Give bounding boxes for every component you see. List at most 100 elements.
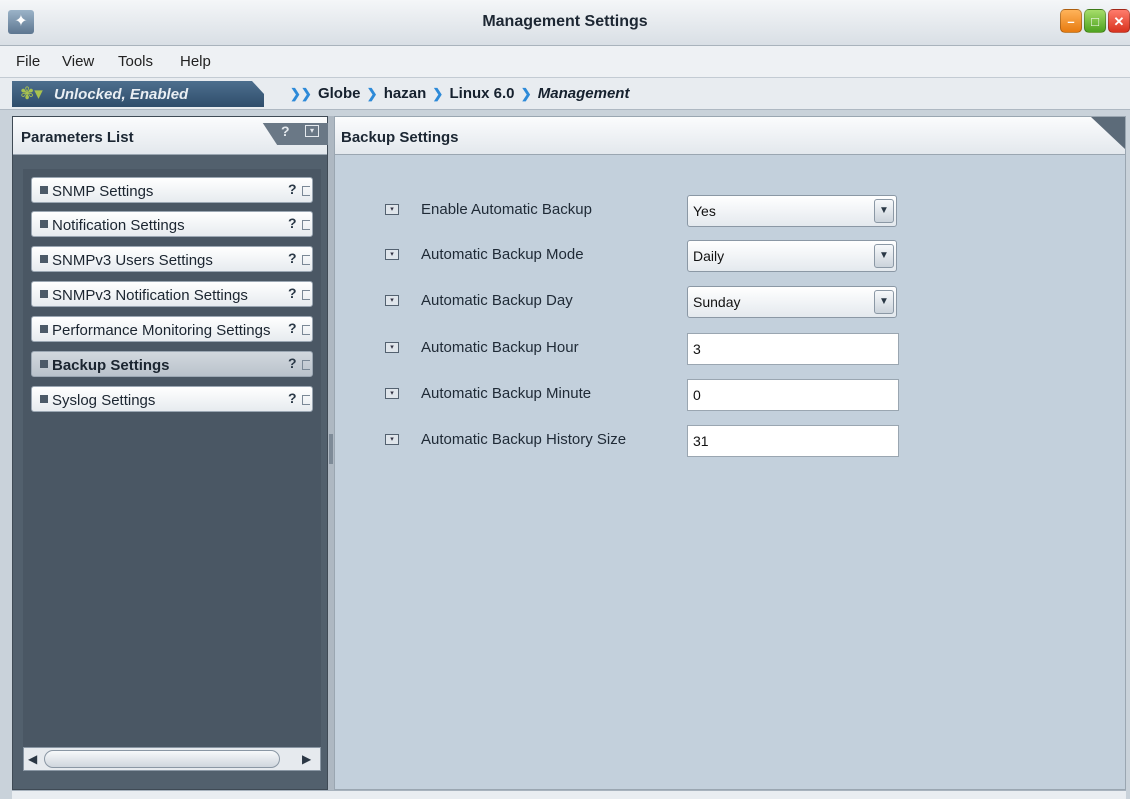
breadcrumb-linux[interactable]: Linux 6.0 — [450, 85, 515, 102]
backup-settings-title: Backup Settings — [341, 129, 459, 146]
list-item-label: Syslog Settings — [52, 392, 156, 409]
breadcrumb: ❯❯ Globe ❯ hazan ❯ Linux 6.0 ❯ Managemen… — [288, 85, 629, 102]
field-enable-automatic-backup: ▾ Enable Automatic Backup Yes ▼ — [385, 195, 905, 227]
menu-bar: File View Tools Help — [0, 46, 1130, 78]
field-menu-icon[interactable]: ▾ — [385, 388, 399, 399]
menu-view[interactable]: View — [62, 53, 94, 70]
list-item-label: Performance Monitoring Settings — [52, 322, 271, 339]
menu-file[interactable]: File — [16, 53, 40, 70]
bullet-icon — [40, 186, 48, 194]
expand-icon[interactable] — [302, 220, 310, 230]
bullet-icon — [40, 290, 48, 298]
help-icon[interactable]: ? — [288, 181, 297, 197]
field-automatic-backup-mode: ▾ Automatic Backup Mode Daily ▼ — [385, 240, 905, 272]
select-value: Yes — [693, 203, 716, 219]
expand-icon[interactable] — [302, 395, 310, 405]
close-button[interactable]: ✕ — [1108, 9, 1130, 33]
expand-icon[interactable] — [302, 290, 310, 300]
field-label: Enable Automatic Backup — [421, 201, 592, 218]
window-title: Management Settings — [482, 13, 648, 30]
help-icon[interactable]: ? — [288, 320, 297, 336]
list-item-performance-monitoring-settings[interactable]: Performance Monitoring Settings ? — [31, 316, 313, 342]
scroll-left-icon[interactable]: ◀ — [28, 752, 37, 766]
bullet-icon — [40, 255, 48, 263]
field-menu-icon[interactable]: ▾ — [385, 249, 399, 260]
dropdown-arrow-icon[interactable]: ▼ — [874, 244, 894, 268]
field-automatic-backup-history-size: ▾ Automatic Backup History Size 31 — [385, 425, 905, 457]
maximize-button[interactable]: □ — [1084, 9, 1106, 33]
automatic-backup-history-size-input[interactable]: 31 — [687, 425, 899, 457]
list-item-label: Notification Settings — [52, 217, 185, 234]
parameters-panel-header: Parameters List ? ▾ — [13, 117, 329, 155]
minimize-button[interactable]: – — [1060, 9, 1082, 33]
field-label: Automatic Backup History Size — [421, 431, 627, 448]
list-item-snmp-settings[interactable]: SNMP Settings ? — [31, 177, 313, 203]
bullet-icon — [40, 220, 48, 228]
bullet-icon — [40, 395, 48, 403]
breadcrumb-management: Management — [537, 85, 630, 102]
bullet-icon — [40, 325, 48, 333]
list-item-label: SNMP Settings — [52, 183, 154, 200]
breadcrumb-globe[interactable]: Globe — [318, 85, 361, 102]
field-automatic-backup-hour: ▾ Automatic Backup Hour 3 — [385, 333, 905, 365]
scroll-right-icon[interactable]: ▶ — [302, 752, 311, 766]
select-value: Sunday — [693, 294, 741, 310]
breadcrumb-separator-icon: ❯ — [366, 86, 378, 101]
automatic-backup-day-select[interactable]: Sunday ▼ — [687, 286, 897, 318]
menu-help[interactable]: Help — [180, 53, 211, 70]
automatic-backup-mode-select[interactable]: Daily ▼ — [687, 240, 897, 272]
backup-settings-header: Backup Settings — [335, 117, 1125, 155]
expand-icon[interactable] — [302, 325, 310, 335]
list-item-label: Backup Settings — [52, 357, 170, 374]
parameters-panel-title: Parameters List — [21, 129, 134, 146]
enable-automatic-backup-select[interactable]: Yes ▼ — [687, 195, 897, 227]
breadcrumb-separator-icon: ❯ — [432, 86, 444, 101]
field-automatic-backup-minute: ▾ Automatic Backup Minute 0 — [385, 379, 905, 411]
help-icon[interactable]: ? — [288, 285, 297, 301]
field-label: Automatic Backup Minute — [421, 385, 592, 402]
list-item-snmpv3-users-settings[interactable]: SNMPv3 Users Settings ? — [31, 246, 313, 272]
automatic-backup-hour-input[interactable]: 3 — [687, 333, 899, 365]
backup-settings-panel: Backup Settings ▾ Enable Automatic Backu… — [334, 116, 1126, 790]
field-menu-icon[interactable]: ▾ — [385, 204, 399, 215]
help-icon[interactable]: ? — [288, 390, 297, 406]
horizontal-scrollbar[interactable]: ◀ ▶ — [23, 747, 321, 771]
dropdown-arrow-icon[interactable]: ▼ — [874, 290, 894, 314]
field-menu-icon[interactable]: ▾ — [385, 295, 399, 306]
panel-menu-icon[interactable]: ▾ — [305, 125, 319, 137]
splitter-grip[interactable] — [329, 434, 333, 464]
expand-icon[interactable] — [302, 360, 310, 370]
breadcrumb-separator-icon: ❯ — [520, 86, 532, 101]
parameters-panel: Parameters List ? ▾ SNMP Settings ? Noti… — [12, 116, 329, 790]
list-item-label: SNMPv3 Users Settings — [52, 252, 213, 269]
parameters-list: SNMP Settings ? Notification Settings ? … — [23, 169, 321, 759]
menu-tools[interactable]: Tools — [118, 53, 153, 70]
help-icon[interactable]: ? — [288, 355, 297, 371]
list-item-backup-settings[interactable]: Backup Settings ? — [31, 351, 313, 377]
bottom-bar — [12, 790, 1126, 799]
breadcrumb-hazan[interactable]: hazan — [384, 85, 427, 102]
title-bar: ✦ Management Settings – □ ✕ — [0, 0, 1130, 46]
panel-corner-decoration — [1091, 117, 1125, 149]
list-item-snmpv3-notification-settings[interactable]: SNMPv3 Notification Settings ? — [31, 281, 313, 307]
lock-status-badge[interactable]: ✾▾ Unlocked, Enabled — [12, 81, 264, 107]
lock-status-label: Unlocked, Enabled — [54, 86, 189, 103]
field-label: Automatic Backup Hour — [421, 339, 579, 356]
automatic-backup-minute-input[interactable]: 0 — [687, 379, 899, 411]
dropdown-arrow-icon[interactable]: ▼ — [874, 199, 894, 223]
help-icon[interactable]: ? — [288, 250, 297, 266]
field-menu-icon[interactable]: ▾ — [385, 434, 399, 445]
field-label: Automatic Backup Mode — [421, 246, 584, 263]
help-icon[interactable]: ? — [281, 123, 290, 139]
list-item-notification-settings[interactable]: Notification Settings ? — [31, 211, 313, 237]
scrollbar-thumb[interactable] — [44, 750, 280, 768]
select-value: Daily — [693, 248, 725, 264]
list-item-label: SNMPv3 Notification Settings — [52, 287, 248, 304]
list-item-syslog-settings[interactable]: Syslog Settings ? — [31, 386, 313, 412]
expand-icon[interactable] — [302, 186, 310, 196]
expand-icon[interactable] — [302, 255, 310, 265]
help-icon[interactable]: ? — [288, 215, 297, 231]
field-menu-icon[interactable]: ▾ — [385, 342, 399, 353]
bullet-icon — [40, 360, 48, 368]
status-menu-icon[interactable]: ✾▾ — [20, 84, 43, 104]
